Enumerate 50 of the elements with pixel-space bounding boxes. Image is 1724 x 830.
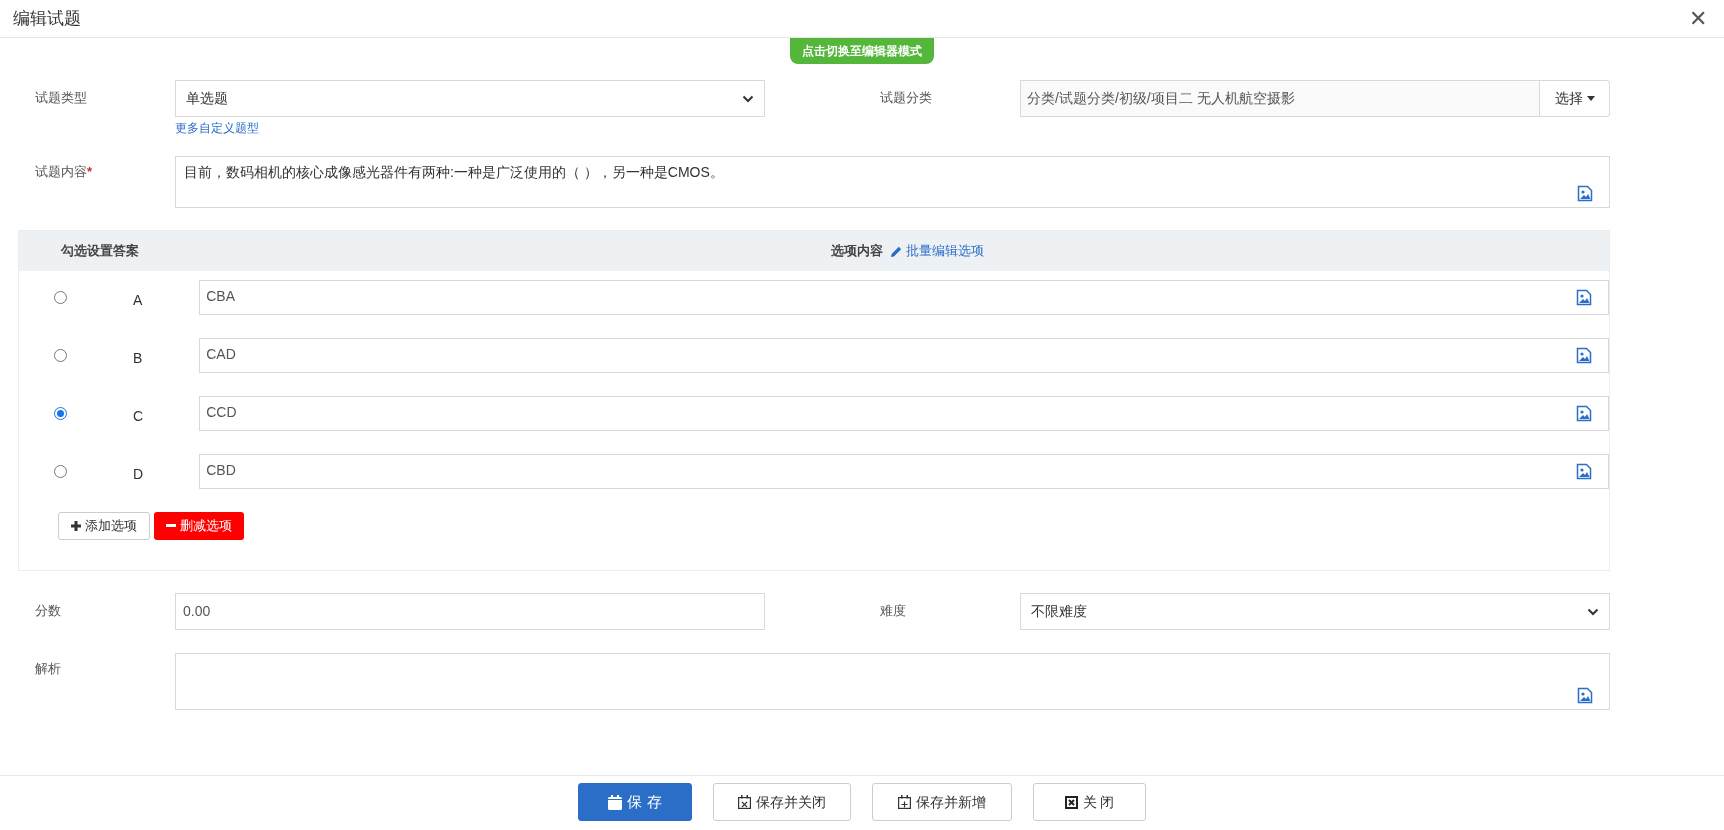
option-letter: B	[132, 348, 144, 368]
image-icon[interactable]	[1576, 405, 1592, 422]
option-letter: D	[132, 464, 144, 484]
field-label: 分数	[35, 602, 62, 620]
option-letter: A	[132, 290, 144, 310]
option-field[interactable]: CBD	[199, 454, 1609, 489]
field-label: 难度	[880, 602, 907, 620]
custom-type-link[interactable]: 更多自定义题型	[175, 119, 259, 137]
content-field[interactable]: 目前，数码相机的核心成像感光器件有两种:一种是广泛使用的（ ），另一种是CMOS。	[175, 156, 1610, 208]
field-label: 试题类型	[35, 89, 88, 107]
minus-icon	[166, 524, 176, 528]
field-label: 试题分类	[880, 89, 933, 107]
pencil-icon	[891, 245, 902, 257]
add-option-button[interactable]: 添加选项	[58, 512, 150, 540]
option-field[interactable]: CAD	[199, 338, 1609, 373]
close-square-icon	[1064, 795, 1078, 809]
option-field[interactable]: CCD	[199, 396, 1609, 431]
image-icon[interactable]	[1576, 463, 1592, 480]
score-field[interactable]: 0.00	[175, 593, 765, 630]
chevron-down-icon	[1587, 607, 1599, 616]
select-field[interactable]: 不限难度	[1020, 593, 1610, 630]
option-letter: C	[132, 406, 144, 426]
calendar-x-icon	[738, 795, 751, 809]
field-label: 解析	[35, 660, 62, 678]
save-and-new-button[interactable]: 保存并新增	[872, 783, 1012, 821]
required-mark: *	[87, 163, 93, 181]
column-header: 选项内容	[831, 242, 883, 261]
option-field[interactable]: CBA	[199, 280, 1609, 315]
save-button[interactable]: 保 存	[578, 783, 692, 821]
analysis-field[interactable]	[175, 653, 1610, 710]
dialog-title: 编辑试题	[13, 7, 81, 30]
select-button[interactable]: 选择	[1540, 80, 1610, 117]
select-field[interactable]: 单选题	[175, 80, 765, 117]
calendar-icon	[608, 794, 623, 810]
category-field[interactable]: 分类/试题分类/初级/项目二 无人机航空摄影	[1020, 80, 1540, 117]
close-button[interactable]: ✕	[1689, 7, 1711, 30]
field-label: 试题内容	[35, 163, 87, 181]
image-icon[interactable]	[1576, 347, 1592, 364]
chevron-down-icon	[742, 94, 754, 103]
remove-option-button[interactable]: 删减选项	[154, 512, 244, 540]
close-button[interactable]: 关 闭	[1033, 783, 1146, 821]
image-icon[interactable]	[1576, 289, 1592, 306]
image-icon[interactable]	[1577, 185, 1593, 202]
batch-edit-link[interactable]: 批量编辑选项	[891, 241, 984, 261]
save-and-close-button[interactable]: 保存并关闭	[713, 783, 851, 821]
image-icon[interactable]	[1577, 687, 1593, 704]
calendar-plus-icon	[898, 795, 911, 809]
column-header: 勾选设置答案	[61, 242, 140, 261]
caret-icon	[1586, 96, 1595, 101]
plus-icon	[71, 521, 81, 531]
